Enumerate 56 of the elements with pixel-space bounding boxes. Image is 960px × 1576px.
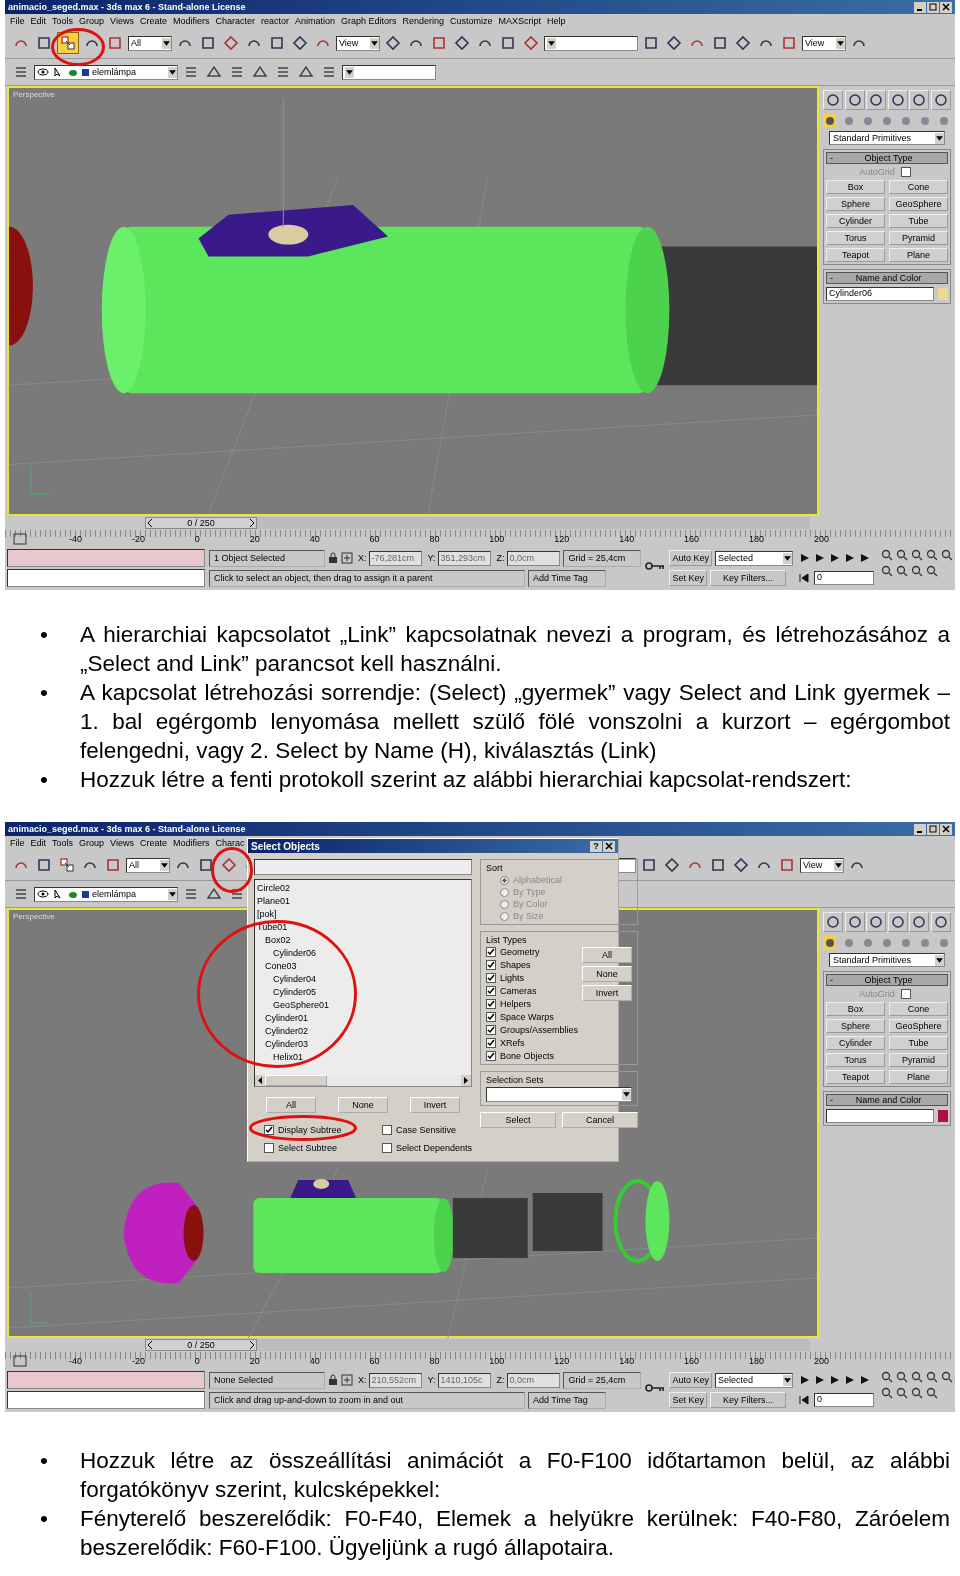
frame-number: 60	[369, 534, 380, 544]
bullet-marker: •	[40, 1447, 49, 1475]
x-label: X:	[357, 1375, 367, 1385]
frame-number: 0	[194, 1356, 200, 1366]
frame-number: 40	[309, 1356, 320, 1366]
autogrid-label: AutoGrid	[859, 989, 895, 999]
bullet-paragraph: A hierarchiai kapcsolatot „Link” kapcsolatnak nevezi a program, és létrehozásához a „Select and Link” parancsot kell használni.	[80, 621, 950, 678]
frame-number: 20	[249, 1356, 260, 1366]
frame-number: -20	[131, 534, 145, 544]
frame-number: -40	[69, 1356, 82, 1366]
frame-number: 60	[369, 1356, 380, 1366]
frame-number: 120	[554, 1356, 570, 1366]
bullet-paragraph: Fényterelő beszerelődik: F0-F40, Elemek a helyükre kerülnek: F40-F80, Záróelem beszerelődik: F60-F100. Ügyeljünk a rugó állapotaira.	[80, 1505, 950, 1562]
selection-info: 1 Object Selected	[208, 549, 325, 567]
frame-number: 100	[489, 534, 505, 544]
z-label: Z:	[496, 1375, 505, 1385]
bullet-marker: •	[40, 1505, 49, 1533]
frame-number: 200	[813, 1356, 829, 1366]
selection-info: None Selected	[208, 1371, 325, 1389]
frame-number: 20	[249, 534, 260, 544]
frame-number: -20	[131, 1356, 145, 1366]
y-label: Y:	[427, 1375, 436, 1385]
bullet-paragraph: Hozzuk létre a fenti protokoll szerint az alábbi hierarchiai kapcsolat-rendszert:	[80, 766, 853, 794]
bullet-marker: •	[40, 679, 49, 707]
frame-number: 140	[619, 534, 635, 544]
frame-number: 200	[813, 534, 829, 544]
dialog-title: Select Objects	[251, 840, 320, 852]
bullet-paragraph: A kapcsolat létrehozási sorrendje: (Select) „gyermek” vagy Select and Link gyermek – 1. bal egérgomb lenyomása mellett szülő fölé vonszolni a kurzort – egérgombot felengedni, vagy 2. Select by Name (H), kiválasztás (Link)	[80, 679, 950, 765]
window-title: animacio_seged.max - 3ds max 6 - Stand-alone License	[8, 2, 246, 12]
frame-number: 180	[749, 534, 765, 544]
frame-number: 40	[309, 534, 320, 544]
frame-number: 160	[684, 534, 700, 544]
window-title: animacio_seged.max - 3ds max 6 - Stand-alone License	[8, 824, 246, 834]
y-label: Y:	[427, 553, 436, 563]
bullet-marker: •	[40, 766, 49, 794]
bullet-marker: •	[40, 621, 49, 649]
grid-size: Grid = 25,4cm	[563, 1371, 642, 1389]
frame-number: 140	[619, 1356, 635, 1366]
z-label: Z:	[496, 553, 505, 563]
frame-number: 80	[429, 534, 440, 544]
bullet-paragraph: Hozzuk létre az összeállítási animációt a F0-F100 időtartamon belül, az alábbi forgatókönyv szerint, kulcsképekkel:	[80, 1447, 950, 1504]
frame-number: 0	[194, 534, 200, 544]
frame-number: 80	[429, 1356, 440, 1366]
viewport-label: Perspective	[13, 90, 55, 99]
autogrid-label: AutoGrid	[859, 167, 895, 177]
group-label: List Types	[486, 935, 528, 945]
frame-number: 100	[489, 1356, 505, 1366]
group-label: Selection Sets	[486, 1075, 545, 1085]
x-label: X:	[357, 553, 367, 563]
group-label: Sort	[486, 863, 504, 873]
frame-number: -40	[69, 534, 82, 544]
viewport-label: Perspective	[13, 912, 55, 921]
frame-number: 120	[554, 534, 570, 544]
frame-number: 160	[684, 1356, 700, 1366]
grid-size: Grid = 25,4cm	[563, 549, 642, 567]
frame-number: 180	[749, 1356, 765, 1366]
